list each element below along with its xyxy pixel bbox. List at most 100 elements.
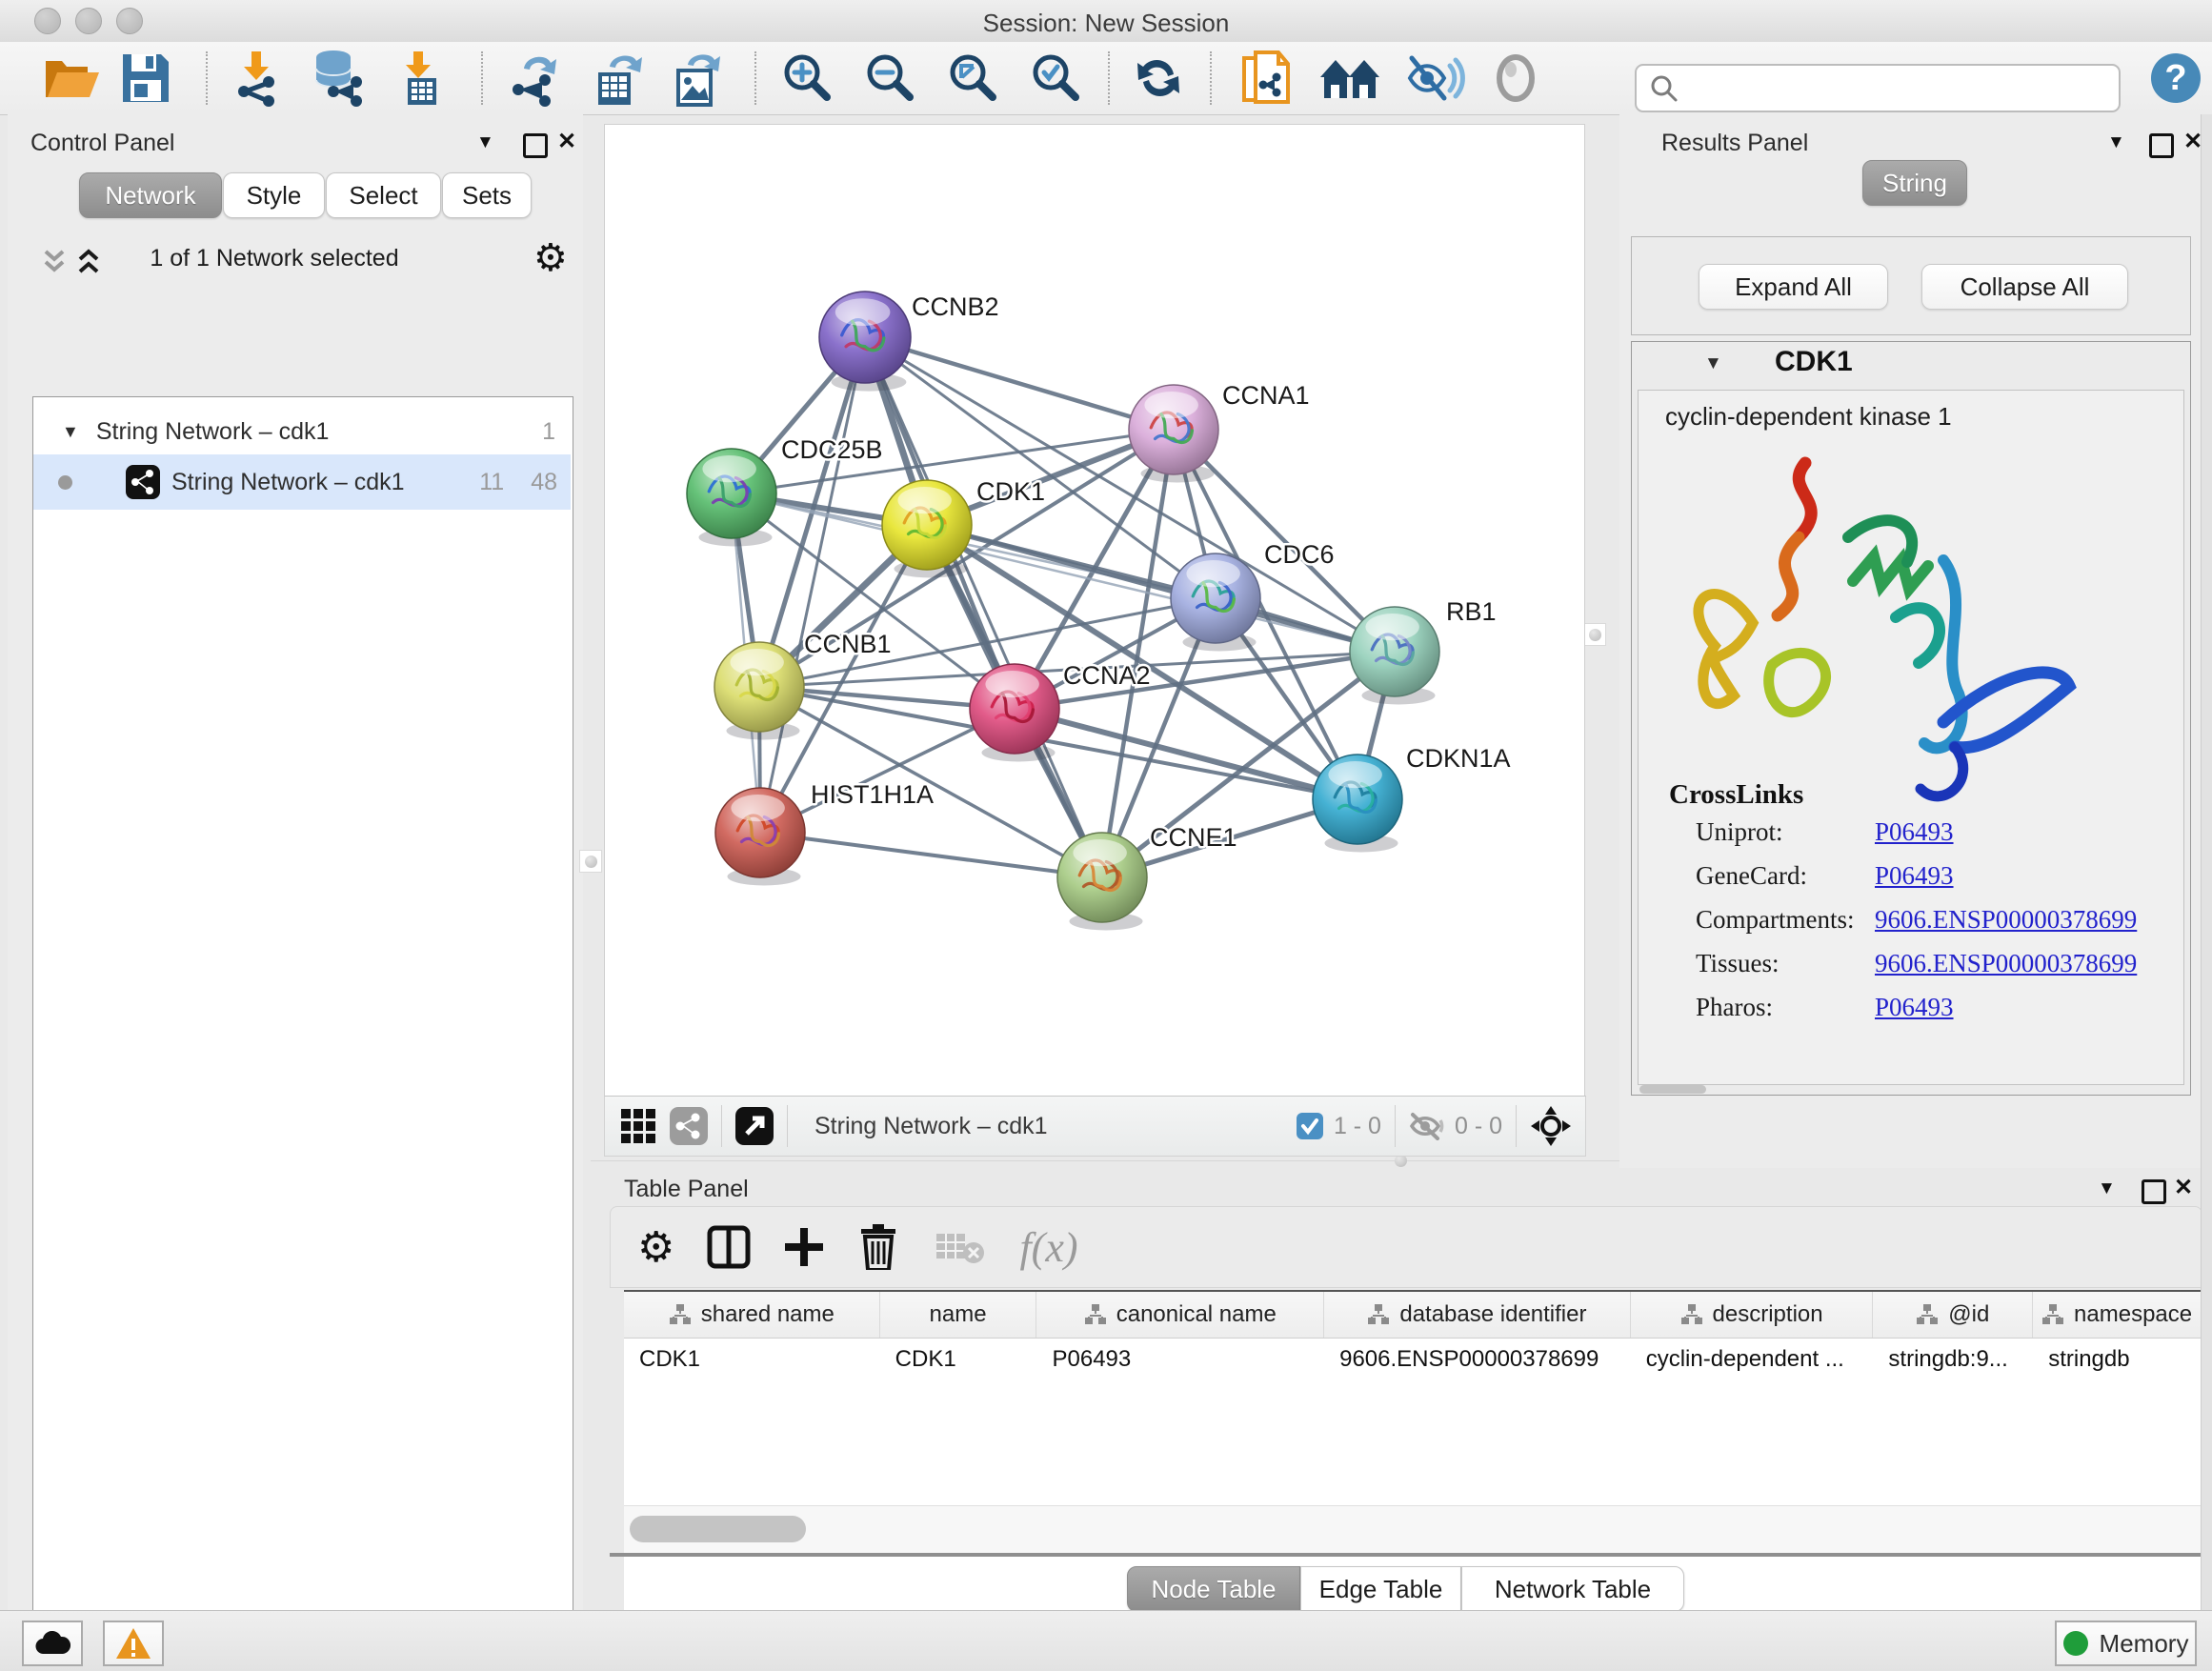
selected-nodes-checkbox-icon[interactable] [1296,1112,1324,1140]
cell-name[interactable]: CDK1 [880,1339,1037,1380]
panel-menu-icon[interactable]: ▼ [2107,133,2125,151]
tab-network[interactable]: Network [79,172,222,218]
search-input[interactable] [1686,69,2119,109]
save-session-icon[interactable] [120,48,171,109]
tab-edge-table[interactable]: Edge Table [1300,1566,1461,1612]
right-splitter-handle[interactable] [1583,623,1606,646]
genecard-link[interactable]: P06493 [1875,861,1954,891]
cell-database-identifier[interactable]: 9606.ENSP00000378699 [1324,1339,1631,1380]
zoom-fit-icon[interactable] [945,48,1002,109]
help-icon[interactable]: ? [2148,48,2203,109]
warning-status-button[interactable] [103,1621,164,1666]
float-panel-icon[interactable] [2142,1179,2166,1204]
table-hscrollbar-thumb[interactable] [630,1516,806,1542]
tab-network-table[interactable]: Network Table [1461,1566,1684,1612]
zoom-selected-icon[interactable] [1028,48,1085,109]
uniprot-link[interactable]: P06493 [1875,817,1954,847]
tab-node-table[interactable]: Node Table [1127,1566,1300,1612]
search-bar[interactable] [1635,64,2121,112]
float-panel-icon[interactable] [2149,133,2174,158]
node-CDKN1A[interactable]: CDKN1A [1313,744,1511,852]
close-panel-icon[interactable]: ✕ [2174,1177,2193,1199]
delete-table-icon[interactable] [935,1230,985,1264]
results-panel-title: Results Panel [1661,130,1808,157]
cell-id[interactable]: stringdb:9... [1873,1339,2033,1380]
table-row[interactable]: CDK1 CDK1 P06493 9606.ENSP00000378699 cy… [624,1339,2201,1380]
left-splitter-handle[interactable] [579,850,602,873]
network-canvas[interactable]: CCNB2CCNA1CDC25BCDK1CDC6RB1CCNB1CCNA2CDK… [604,124,1585,1097]
node-CCNE1[interactable]: CCNE1 [1057,823,1237,930]
grid-view-icon[interactable] [620,1108,656,1144]
collection-expander-icon[interactable]: ▼ [62,422,79,442]
delete-column-icon[interactable] [859,1224,897,1270]
tab-sets[interactable]: Sets [442,172,532,218]
node-CDC25B[interactable]: CDC25B [687,435,883,546]
collection-count: 1 [542,418,555,446]
results-hscrollbar-thumb[interactable] [1639,1085,1706,1094]
node-CDC6[interactable]: CDC6 [1171,540,1335,651]
node-CCNA1[interactable]: CCNA1 [1129,381,1310,482]
collapse-all-icon[interactable] [42,248,67,276]
detach-view-icon[interactable] [735,1107,774,1145]
close-panel-icon[interactable]: ✕ [557,131,576,153]
cell-shared-name[interactable]: CDK1 [624,1339,880,1380]
compartments-link[interactable]: 9606.ENSP00000378699 [1875,905,2137,935]
tissues-link[interactable]: 9606.ENSP00000378699 [1875,949,2137,978]
node-CCNB2[interactable]: CCNB2 [819,292,999,392]
column-header[interactable]: database identifier [1324,1292,1631,1338]
import-table-icon[interactable] [392,48,448,109]
import-network-database-icon[interactable] [307,48,368,109]
export-network-icon[interactable] [507,48,564,109]
apply-function-icon[interactable]: f(x) [1019,1223,1077,1272]
birdseye-eye-icon[interactable] [1488,48,1543,109]
node-RB1[interactable]: RB1 [1350,597,1497,704]
import-network-file-icon[interactable] [231,48,286,109]
gene-expander-icon[interactable]: ▼ [1704,353,1722,374]
network-view-title: String Network – cdk1 [814,1113,1048,1140]
cell-description[interactable]: cyclin-dependent ... [1631,1339,1874,1380]
network-row-selected[interactable]: String Network – cdk1 11 48 [33,454,571,510]
show-graphics-details-icon[interactable] [1406,48,1465,109]
cloud-status-button[interactable] [22,1621,83,1666]
column-header[interactable]: shared name [624,1292,880,1338]
network-thumbnail-icon[interactable] [670,1107,708,1145]
gene-section: ▼ CDK1 cyclin-dependent kinase 1 [1631,341,2191,1096]
tab-style[interactable]: Style [223,172,325,218]
float-panel-icon[interactable] [523,133,548,158]
column-header[interactable]: description [1631,1292,1874,1338]
refresh-icon[interactable] [1132,48,1185,109]
cell-canonical-name[interactable]: P06493 [1036,1339,1324,1380]
add-column-icon[interactable] [783,1226,825,1268]
pharos-link[interactable]: P06493 [1875,993,1954,1022]
home-icon[interactable] [1318,48,1381,109]
expand-all-icon[interactable] [76,248,101,276]
panel-menu-icon[interactable]: ▼ [2098,1179,2116,1198]
column-header[interactable]: @id [1873,1292,2033,1338]
zoom-out-icon[interactable] [862,48,919,109]
node-label-CCNA1: CCNA1 [1222,381,1310,410]
column-header[interactable]: name [880,1292,1037,1338]
column-header[interactable]: canonical name [1036,1292,1324,1338]
network-collection-row[interactable]: ▼ String Network – cdk1 1 [33,407,571,456]
birdseye-view-icon[interactable] [1530,1105,1572,1147]
memory-button[interactable]: Memory [2055,1621,2197,1666]
collapse-all-button[interactable]: Collapse All [1921,264,2128,310]
table-hscrollbar[interactable] [624,1505,2201,1554]
network-options-gear-icon[interactable]: ⚙ [533,236,568,280]
node-HIST1H1A[interactable]: HIST1H1A [715,780,934,885]
export-image-icon[interactable] [667,48,724,109]
tab-select[interactable]: Select [326,172,441,218]
copy-style-icon[interactable] [1238,48,1296,109]
panel-menu-icon[interactable]: ▼ [476,133,494,151]
show-columns-icon[interactable] [707,1225,751,1269]
export-table-icon[interactable] [587,48,646,109]
table-header-row: shared name name canonical name database… [624,1292,2201,1339]
hidden-nodes-eye-icon[interactable] [1409,1112,1445,1140]
open-session-icon[interactable] [42,48,101,109]
zoom-in-icon[interactable] [779,48,836,109]
tab-string[interactable]: String [1862,160,1967,206]
table-options-gear-icon[interactable]: ⚙ [637,1223,674,1272]
column-header[interactable]: namespace [2033,1292,2201,1338]
expand-all-button[interactable]: Expand All [1699,264,1888,310]
cell-namespace[interactable]: stringdb [2033,1339,2201,1380]
